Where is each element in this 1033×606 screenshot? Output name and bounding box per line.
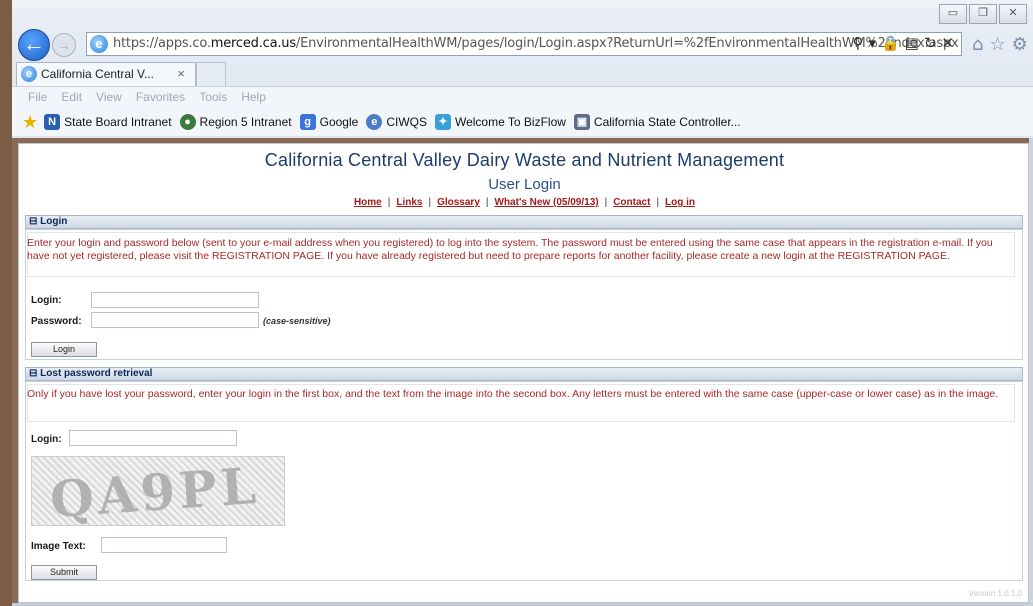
favorite-label: State Board Intranet: [64, 115, 172, 129]
nav-contact-link[interactable]: Contact: [613, 197, 650, 208]
home-icon[interactable]: ⌂: [972, 34, 989, 55]
nav-links-link[interactable]: Links: [396, 197, 422, 208]
menu-view[interactable]: View: [96, 87, 122, 108]
login-button[interactable]: Login: [31, 342, 97, 357]
title-bar: [12, 0, 1033, 8]
menu-tools[interactable]: Tools: [199, 87, 227, 108]
back-arrow-icon[interactable]: ←: [18, 29, 50, 61]
url-text[interactable]: https://apps.co.merced.ca.us/Environment…: [113, 36, 959, 51]
region5-icon: ●: [179, 114, 196, 130]
lost-login-input[interactable]: [69, 430, 237, 446]
url-prefix: https://apps.co.: [113, 36, 211, 51]
page-content: California Central Valley Dairy Waste an…: [18, 143, 1029, 603]
controller-icon: ▣: [573, 114, 590, 130]
favorite-label: Region 5 Intranet: [199, 115, 292, 129]
login-section-title: Login: [40, 216, 68, 227]
new-tab-button[interactable]: [196, 62, 226, 86]
image-text-label: Image Text:: [31, 541, 86, 552]
favorites-star-icon[interactable]: ★: [22, 112, 38, 133]
ie-page-icon: e: [90, 35, 108, 53]
captcha-text: QA9PL: [48, 456, 262, 526]
collapse-icon[interactable]: ⊟: [29, 368, 37, 379]
gear-icon[interactable]: ⚙: [1012, 34, 1033, 55]
toolbar-icons: ⌂☆⚙: [972, 34, 1033, 55]
address-bar[interactable]: e https://apps.co.merced.ca.us/Environme…: [86, 32, 962, 56]
lost-password-section-title: Lost password retrieval: [40, 368, 153, 379]
favorite-google[interactable]: g Google: [299, 114, 359, 130]
captcha-image: QA9PL: [31, 456, 285, 526]
password-input[interactable]: [91, 312, 259, 328]
page-title: California Central Valley Dairy Waste an…: [264, 150, 785, 170]
nav-separator: |: [387, 197, 391, 208]
bizflow-icon: ✦: [434, 114, 451, 130]
password-label: Password:: [31, 316, 82, 327]
restore-icon[interactable]: ❐: [969, 4, 997, 24]
login-instructions: Enter your login and password below (sen…: [27, 237, 993, 262]
favorite-label: California State Controller...: [593, 115, 741, 129]
forward-arrow-icon[interactable]: →: [52, 33, 76, 57]
lost-password-instructions: Only if you have lost your password, ent…: [27, 388, 999, 400]
submit-button[interactable]: Submit: [31, 565, 97, 580]
login-section-header[interactable]: ⊟ Login: [25, 215, 1023, 229]
nav-separator: |: [428, 197, 432, 208]
search-icon[interactable]: ⚲: [852, 34, 868, 52]
favorite-bizflow[interactable]: ✦ Welcome To BizFlow: [434, 114, 566, 130]
login-label: Login:: [31, 295, 62, 306]
menu-favorites[interactable]: Favorites: [136, 87, 185, 108]
menu-edit[interactable]: Edit: [61, 87, 82, 108]
favorite-region5[interactable]: ● Region 5 Intranet: [179, 114, 292, 130]
image-text-input[interactable]: [101, 537, 227, 553]
close-window-icon[interactable]: ✕: [999, 4, 1027, 24]
url-host: merced.ca.us: [210, 36, 296, 51]
password-hint: (case-sensitive): [263, 316, 331, 326]
navigation-bar: ← → e https://apps.co.merced.ca.us/Envir…: [12, 28, 1033, 61]
tab-title: California Central V...: [41, 67, 154, 81]
nav-separator: |: [485, 197, 489, 208]
nav-home-link[interactable]: Home: [354, 197, 382, 208]
favorite-ciwqs[interactable]: e CIWQS: [366, 114, 427, 130]
nav-whats-new-link[interactable]: What's New (05/09/13): [495, 197, 599, 208]
window-edge: [1029, 138, 1033, 606]
window-controls: ▭ ❐ ✕: [939, 4, 1027, 24]
nav-glossary-link[interactable]: Glossary: [437, 197, 480, 208]
tab-close-icon[interactable]: ×: [177, 66, 185, 81]
lock-icon[interactable]: 🔒: [881, 34, 905, 52]
site-nav: Home | Links | Glossary | What's New (05/09/13…: [19, 197, 1030, 208]
address-actions: ⚲▾🔒▤↻✕: [852, 34, 959, 52]
tab-ie-icon: e: [21, 66, 37, 82]
minimize-icon[interactable]: ▭: [939, 4, 967, 24]
login-input[interactable]: [91, 292, 259, 308]
version-label: Version 1.0.1.0: [968, 589, 1022, 598]
stop-icon[interactable]: ✕: [941, 34, 959, 52]
ciwqs-icon: e: [366, 114, 383, 130]
page-subtitle: User Login: [488, 176, 561, 193]
favorite-controller[interactable]: ▣ California State Controller...: [573, 114, 741, 130]
state-board-icon: N: [44, 114, 61, 130]
browser-window: ▭ ❐ ✕ ← → e https://apps.co.merced.ca.us…: [0, 0, 1033, 606]
google-icon: g: [299, 114, 316, 130]
menu-help[interactable]: Help: [241, 87, 266, 108]
favorites-star-icon[interactable]: ☆: [989, 34, 1011, 55]
nav-login-link[interactable]: Log in: [665, 197, 695, 208]
menu-file[interactable]: File: [28, 87, 47, 108]
favorite-label: Welcome To BizFlow: [454, 115, 566, 129]
browser-tab[interactable]: e California Central V... ×: [16, 62, 196, 86]
collapse-icon[interactable]: ⊟: [29, 216, 37, 227]
refresh-icon[interactable]: ↻: [924, 34, 942, 52]
dropdown-arrow-icon[interactable]: ▾: [868, 34, 881, 52]
lost-password-section-header[interactable]: ⊟ Lost password retrieval: [25, 367, 1023, 381]
favorite-state-board[interactable]: N State Board Intranet: [44, 114, 172, 130]
desktop-edge: [0, 0, 12, 606]
nav-separator: |: [656, 197, 660, 208]
favorite-label: Google: [319, 115, 359, 129]
compat-view-icon[interactable]: ▤: [905, 34, 924, 52]
favorite-label: CIWQS: [386, 115, 427, 129]
menu-bar: File Edit View Favorites Tools Help: [12, 86, 1033, 108]
lost-login-label: Login:: [31, 434, 62, 445]
favorites-bar: ★ N State Board Intranet ● Region 5 Intran…: [12, 108, 1033, 136]
nav-separator: |: [604, 197, 608, 208]
